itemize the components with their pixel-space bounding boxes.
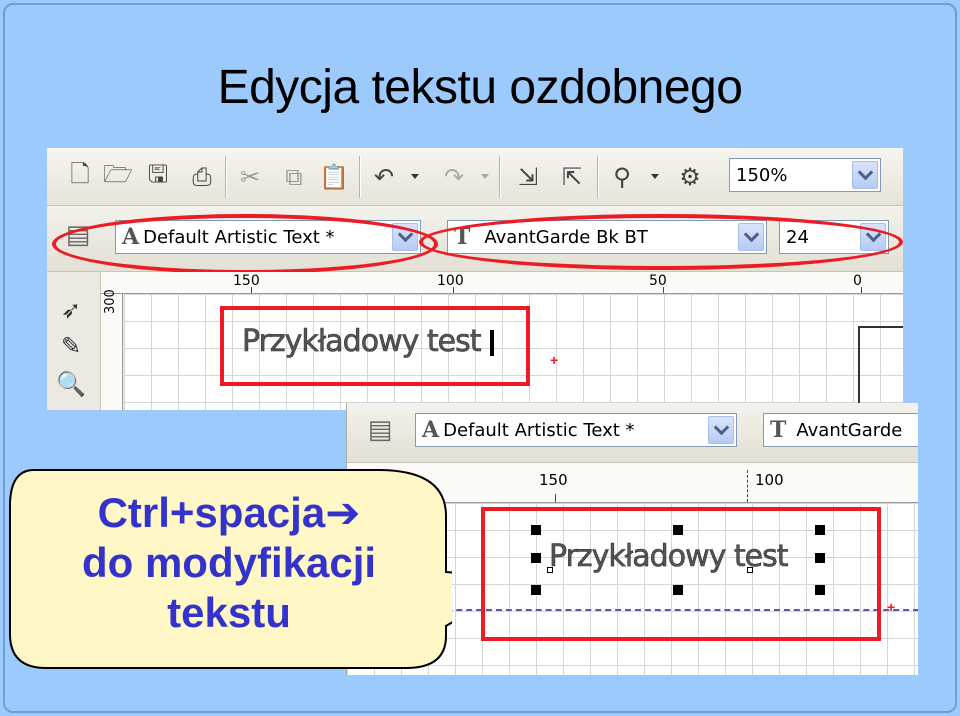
zoom-value: 150% — [736, 164, 788, 186]
toolbox: ➶ ✎ 🔍 — [47, 272, 101, 410]
chevron-down-icon[interactable] — [708, 416, 734, 444]
shape-tool-icon[interactable]: ✎ — [55, 330, 87, 362]
center-marker: + — [550, 352, 559, 368]
launcher-dropdown-icon[interactable] — [651, 174, 659, 179]
snap-icon[interactable]: ⚙ — [675, 162, 705, 192]
toolbar-separator — [597, 156, 599, 198]
coreldraw-screenshot-main: 🗋 🗁 🖫 ⎙ ✂ ⧉ 📋 ↶ ↷ ⇲ ⇱ ⚲ ⚙ 150% ▤ A Defau… — [47, 148, 903, 410]
font-value: AvantGarde — [796, 419, 903, 441]
page-border — [858, 326, 903, 410]
zoom-tool-icon[interactable]: 🔍 — [55, 368, 87, 400]
artistic-text-icon: A — [422, 417, 440, 443]
callout-text: Ctrl+spacja➔ do modyfikacji tekstu — [6, 488, 452, 638]
redo-dropdown-icon[interactable] — [481, 174, 489, 179]
callout-line1: Ctrl+spacja — [97, 489, 326, 536]
ruler-label: 100 — [755, 471, 784, 489]
redo-icon[interactable]: ↷ — [439, 162, 469, 192]
highlight-rect-selection — [481, 507, 881, 641]
new-file-icon[interactable]: 🗋 — [65, 160, 95, 192]
save-icon[interactable]: 🖫 — [143, 160, 173, 192]
highlight-ellipse-font — [419, 214, 903, 270]
vertical-ruler: 300 — [101, 289, 123, 410]
text-style-icon[interactable]: ▤ — [365, 415, 395, 445]
ruler-label: 300 — [103, 289, 118, 314]
callout-line2: do modyfikacji — [81, 539, 377, 586]
highlight-rect-text — [220, 306, 530, 386]
export-icon[interactable]: ⇱ — [557, 162, 587, 192]
launcher-icon[interactable]: ⚲ — [607, 162, 637, 192]
toolbar-separator — [225, 156, 227, 198]
undo-icon[interactable]: ↶ — [369, 162, 399, 192]
zoom-select[interactable]: 150% — [729, 158, 881, 192]
truetype-icon: T — [770, 417, 787, 443]
chevron-down-icon[interactable] — [852, 161, 878, 189]
toolbar-separator — [359, 156, 361, 198]
toolbar-separator — [499, 156, 501, 198]
pick-tool-icon[interactable]: ➶ — [55, 294, 87, 326]
font-select[interactable]: T AvantGarde — [763, 413, 918, 447]
open-file-icon[interactable]: 🗁 — [103, 160, 133, 192]
drawing-canvas[interactable]: Przykładowy test + — [124, 294, 903, 410]
ruler-label: 100 — [437, 273, 464, 289]
ruler-label: 150 — [233, 273, 260, 289]
center-marker: + — [887, 599, 896, 615]
property-bar: ▤ A Default Artistic Text * T AvantGarde… — [47, 206, 903, 274]
cut-icon[interactable]: ✂ — [235, 162, 265, 192]
ruler-label: 150 — [539, 471, 568, 489]
print-icon[interactable]: ⎙ — [187, 162, 217, 192]
callout-line3: tekstu — [167, 589, 291, 636]
import-icon[interactable]: ⇲ — [513, 162, 543, 192]
ruler-label: 50 — [649, 273, 667, 289]
slide-title: Edycja tekstu ozdobnego — [217, 61, 743, 114]
copy-icon[interactable]: ⧉ — [279, 162, 309, 192]
highlight-ellipse-style — [52, 214, 438, 274]
property-bar: ▤ A Default Artistic Text * T AvantGarde — [347, 403, 918, 463]
undo-dropdown-icon[interactable] — [411, 174, 419, 179]
right-arrow-icon: ➔ — [325, 488, 361, 537]
paste-icon[interactable]: 📋 — [319, 162, 349, 192]
style-select[interactable]: A Default Artistic Text * — [415, 413, 737, 447]
standard-toolbar: 🗋 🗁 🖫 ⎙ ✂ ⧉ 📋 ↶ ↷ ⇲ ⇱ ⚲ ⚙ 150% — [47, 148, 903, 206]
style-value: Default Artistic Text * — [443, 419, 635, 441]
horizontal-ruler: 150 100 50 0 — [101, 272, 903, 294]
